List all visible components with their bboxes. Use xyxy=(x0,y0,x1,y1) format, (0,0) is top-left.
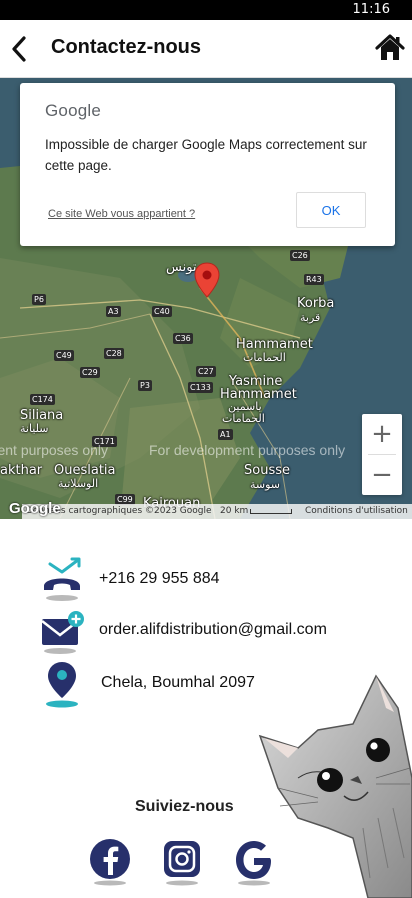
map-label: Sousse xyxy=(244,463,290,478)
map-label: Korba xyxy=(297,296,335,311)
map-label: akthar xyxy=(0,463,43,478)
email-icon xyxy=(41,611,84,654)
instagram-icon[interactable] xyxy=(160,838,204,886)
site-owner-link[interactable]: Ce site Web vous appartient ? xyxy=(48,208,195,220)
zoom-in-button[interactable]: + xyxy=(362,414,402,454)
road-badge: R43 xyxy=(304,274,324,285)
road-badge: C28 xyxy=(104,348,124,359)
status-bar: 11:16 xyxy=(0,0,412,20)
map-attribution: Données cartographiques ©2023 Google 20 … xyxy=(22,504,412,519)
road-badge: P3 xyxy=(138,380,152,391)
road-badge: C133 xyxy=(188,382,213,393)
back-button[interactable] xyxy=(8,34,30,64)
map-label: قربة xyxy=(300,311,321,324)
road-badge: P6 xyxy=(32,294,46,305)
map-label: Siliana xyxy=(20,408,64,423)
location-icon xyxy=(46,662,78,708)
google-logo: Google xyxy=(45,101,102,120)
map-scale-label: 20 km xyxy=(220,506,249,516)
map-label: الوسلاتية xyxy=(58,477,99,490)
ok-button[interactable]: OK xyxy=(296,192,366,228)
map-label: تونس xyxy=(166,260,197,275)
road-badge: C29 xyxy=(80,367,100,378)
page-title: Contactez-nous xyxy=(51,36,201,58)
phone-icon xyxy=(44,557,81,601)
road-badge: A3 xyxy=(106,306,121,317)
contact-phone[interactable]: +216 29 955 884 xyxy=(40,556,380,604)
dev-watermark: For development purposes only xyxy=(0,442,108,461)
map-error-message: Impossible de charger Google Maps correc… xyxy=(45,137,367,173)
email-address: order.alifdistribution@gmail.com xyxy=(99,621,327,638)
map-terms-link[interactable]: Conditions d'utilisation xyxy=(305,506,408,516)
map-label: Hammamet xyxy=(236,337,313,352)
map-label: Oueslatia xyxy=(54,463,116,478)
postal-address: Chela, Boumhal 2097 xyxy=(101,674,255,691)
dev-watermark: For development purposes only xyxy=(149,442,346,458)
contact-email[interactable]: order.alifdistribution@gmail.com xyxy=(40,609,380,657)
facebook-icon[interactable] xyxy=(88,838,132,886)
location-pin-icon[interactable] xyxy=(194,262,220,298)
road-badge: C26 xyxy=(290,250,310,261)
road-badge: A1 xyxy=(218,429,233,440)
google-map-logo[interactable]: Google xyxy=(9,500,61,517)
follow-title: Suiviez-nous xyxy=(135,798,234,815)
cat-illustration xyxy=(258,674,412,898)
status-time: 11:16 xyxy=(352,2,390,17)
app-header: Contactez-nous xyxy=(0,20,412,78)
road-badge: C36 xyxy=(173,333,193,344)
zoom-control: + − xyxy=(362,414,402,495)
map-error-dialog: Google Impossible de charger Google Maps… xyxy=(20,83,395,246)
map-label: سوسة xyxy=(250,478,281,491)
road-badge: C27 xyxy=(196,366,216,377)
road-badge: C174 xyxy=(30,394,55,405)
dev-watermark-left: For development purposes only xyxy=(0,442,108,458)
phone-number: +216 29 955 884 xyxy=(99,570,220,587)
map-label: سليانة xyxy=(20,422,49,435)
back-arrow-icon xyxy=(12,36,26,62)
google-map[interactable]: تونس Korba قربة Hammamet الحمامات Yasmin… xyxy=(0,78,412,519)
road-badge: C49 xyxy=(54,350,74,361)
map-scale-bar xyxy=(250,509,292,514)
zoom-out-button[interactable]: − xyxy=(362,455,402,495)
map-footer: Données cartographiques ©2023 Google 20 … xyxy=(0,500,412,519)
road-badge: C40 xyxy=(152,306,172,317)
map-label: الحمامات xyxy=(243,351,286,364)
home-button[interactable] xyxy=(374,33,406,63)
map-label: الحمامات xyxy=(222,412,265,425)
home-icon xyxy=(375,34,405,60)
